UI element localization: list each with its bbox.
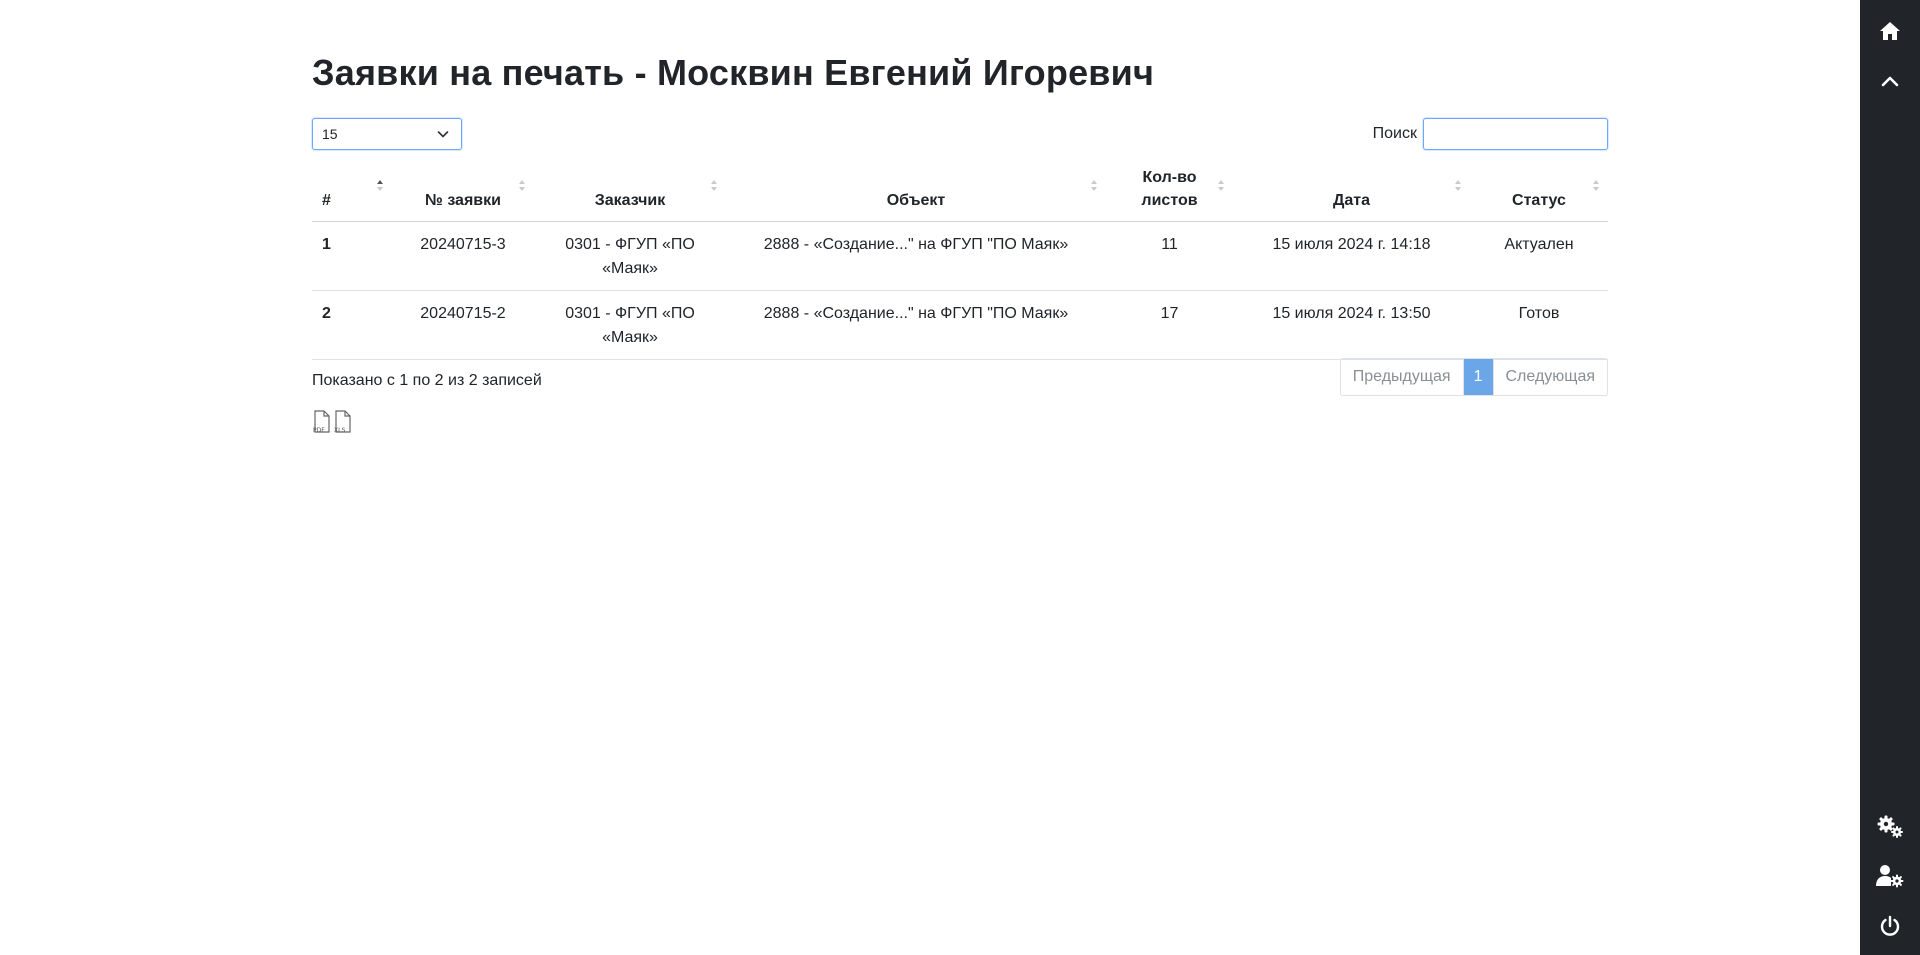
cell-object: 2888 - «Создание..." на ФГУП "ПО Маяк»: [726, 221, 1106, 291]
column-header-num[interactable]: #: [312, 160, 392, 222]
cell-customer: 0301 - ФГУП «ПО «Маяк»: [534, 221, 726, 291]
user-gear-icon: [1876, 865, 1904, 888]
column-header-object[interactable]: Объект: [726, 160, 1106, 222]
cell-sheets: 17: [1106, 290, 1233, 360]
cell-request: 20240715-3: [392, 221, 534, 291]
cell-num: 1: [312, 221, 392, 291]
sort-icon: [1592, 180, 1600, 196]
sort-icon: [518, 180, 526, 196]
cell-request: 20240715-2: [392, 290, 534, 360]
user-settings-button[interactable]: [1860, 851, 1920, 901]
table-row[interactable]: 2 20240715-2 0301 - ФГУП «ПО «Маяк» 2888…: [312, 290, 1608, 360]
cell-date: 15 июля 2024 г. 14:18: [1233, 221, 1470, 291]
home-button[interactable]: [1860, 6, 1920, 56]
sort-icon: [710, 180, 718, 196]
column-header-status[interactable]: Статус: [1470, 160, 1608, 222]
search-box: Поиск: [1373, 118, 1608, 150]
settings-button[interactable]: [1860, 801, 1920, 851]
cell-status: Готов: [1470, 290, 1608, 360]
table-header-row: # № заявки Заказчик Объект Кол-во листов…: [312, 160, 1608, 222]
sort-icon: [1217, 180, 1225, 196]
column-header-request[interactable]: № заявки: [392, 160, 534, 222]
cell-status: Актуален: [1470, 221, 1608, 291]
cell-date: 15 июля 2024 г. 13:50: [1233, 290, 1470, 360]
cell-sheets: 11: [1106, 221, 1233, 291]
page-1-button[interactable]: 1: [1463, 359, 1493, 395]
table-info: Показано с 1 по 2 из 2 записей: [312, 372, 542, 389]
sort-icon: [376, 180, 384, 196]
column-header-sheets[interactable]: Кол-во листов: [1106, 160, 1233, 222]
cell-num: 2: [312, 290, 392, 360]
right-sidebar: [1860, 0, 1920, 955]
gears-icon: [1877, 815, 1903, 838]
export-buttons: PDF XLS: [312, 410, 354, 434]
export-xls-button[interactable]: XLS: [333, 410, 353, 434]
power-icon: [1880, 915, 1900, 936]
search-input[interactable]: [1423, 118, 1608, 150]
column-header-customer[interactable]: Заказчик: [534, 160, 726, 222]
pdf-label: PDF: [313, 427, 325, 434]
home-icon: [1880, 22, 1900, 40]
cell-object: 2888 - «Создание..." на ФГУП "ПО Маяк»: [726, 290, 1106, 360]
cell-customer: 0301 - ФГУП «ПО «Маяк»: [534, 290, 726, 360]
chevron-down-icon: [437, 131, 449, 138]
chevron-up-icon: [1881, 76, 1899, 87]
page-length-value: 15: [322, 126, 338, 142]
export-pdf-button[interactable]: PDF: [312, 410, 332, 434]
search-label: Поиск: [1372, 125, 1417, 142]
column-header-date[interactable]: Дата: [1233, 160, 1470, 222]
pagination: Предыдущая 1 Следующая: [1339, 358, 1608, 396]
page-title: Заявки на печать - Москвин Евгений Игоре…: [312, 52, 1155, 93]
xls-label: XLS: [334, 427, 346, 434]
page-length-select[interactable]: 15: [312, 118, 462, 150]
sort-icon: [1454, 180, 1462, 196]
sort-icon: [1090, 180, 1098, 196]
logout-button[interactable]: [1860, 901, 1920, 951]
next-page-button[interactable]: Следующая: [1492, 359, 1607, 395]
table-row[interactable]: 1 20240715-3 0301 - ФГУП «ПО «Маяк» 2888…: [312, 221, 1608, 291]
scroll-top-button[interactable]: [1860, 56, 1920, 106]
previous-page-button[interactable]: Предыдущая: [1341, 359, 1464, 395]
requests-table: # № заявки Заказчик Объект Кол-во листов…: [312, 160, 1608, 360]
